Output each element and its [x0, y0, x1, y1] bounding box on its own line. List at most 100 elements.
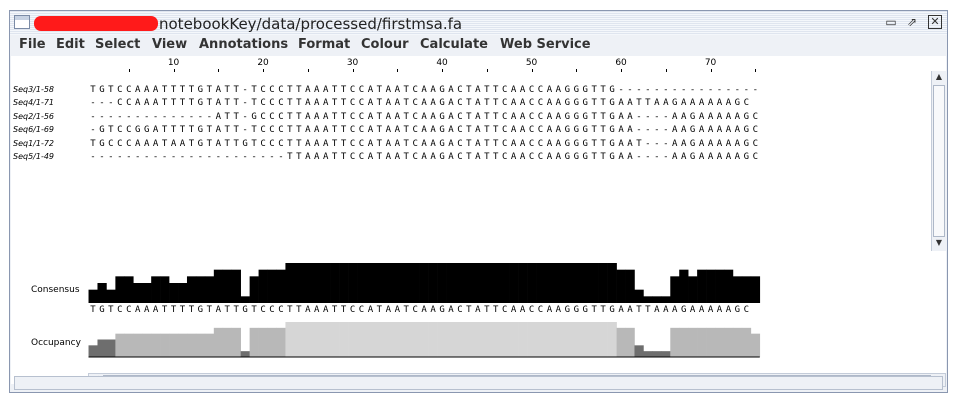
menu-select[interactable]: Select	[95, 37, 140, 52]
consensus-residue: A	[322, 305, 329, 315]
occupancy-bar	[204, 333, 215, 357]
consensus-bar	[723, 269, 734, 303]
vertical-scroll-thumb[interactable]	[933, 85, 945, 237]
occupancy-bar	[455, 322, 465, 357]
consensus-residue: G	[99, 305, 105, 315]
consensus-bar	[616, 269, 626, 303]
occupancy-bar	[491, 322, 501, 357]
consensus-bar	[204, 276, 215, 303]
occupancy-bar	[527, 322, 537, 357]
consensus-residue: T	[179, 305, 186, 315]
occupancy-bar	[178, 333, 188, 357]
occupancy-bar	[276, 327, 286, 357]
consensus-bar	[374, 263, 385, 303]
consensus-bar	[446, 263, 456, 303]
occupancy-bar	[285, 322, 295, 357]
occupancy-bar	[536, 322, 546, 357]
consensus-residue: T	[645, 305, 651, 315]
consensus-residue: T	[636, 305, 642, 315]
consensus-bar	[688, 276, 698, 303]
occupancy-bar	[160, 333, 170, 357]
occupancy-bar	[410, 322, 420, 357]
consensus-residue: T	[108, 305, 114, 315]
occupancy-bar	[518, 322, 528, 357]
menu-file[interactable]: File	[19, 37, 46, 52]
consensus-bar	[697, 269, 707, 303]
menu-view[interactable]: View	[152, 37, 187, 52]
consensus-residue: C	[457, 305, 463, 315]
consensus-bar	[195, 276, 206, 303]
scroll-down-icon[interactable]: ▼	[932, 238, 946, 247]
occupancy-bar	[267, 327, 277, 357]
consensus-bar	[213, 269, 224, 303]
occupancy-bar	[589, 322, 599, 357]
annotation-tracks	[88, 263, 761, 358]
consensus-residue: T	[224, 305, 230, 315]
occupancy-bar	[419, 322, 429, 357]
occupancy-bar	[195, 333, 206, 357]
occupancy-bar	[544, 322, 555, 357]
consensus-bar	[553, 263, 564, 303]
consensus-residue: A	[394, 305, 401, 315]
occupancy-bar	[330, 322, 340, 357]
title-bar[interactable]: notebookKey/data/processed/firstmsa.fa ▭…	[10, 11, 947, 35]
consensus-bar	[124, 276, 134, 303]
consensus-bar	[571, 263, 582, 303]
vertical-scrollbar[interactable]: ▲ ▼	[931, 71, 946, 251]
consensus-residue: A	[448, 305, 454, 315]
scroll-up-icon[interactable]: ▲	[932, 72, 946, 81]
occupancy-bar	[97, 339, 107, 357]
consensus-bar	[392, 263, 403, 303]
occupancy-bar	[562, 322, 573, 357]
occupancy-bar	[428, 322, 438, 357]
occupancy-bar	[473, 322, 483, 357]
consensus-residue: C	[358, 305, 365, 315]
consensus-residue: C	[260, 305, 266, 315]
occupancy-bar	[750, 333, 761, 357]
consensus-bar	[732, 276, 743, 303]
consensus-bar	[294, 263, 304, 303]
consensus-residue: C	[501, 305, 508, 315]
menu-annotations[interactable]: Annotations	[199, 37, 288, 52]
occupancy-bar	[303, 322, 313, 357]
menu-calculate[interactable]: Calculate	[420, 37, 488, 52]
consensus-bar	[455, 263, 465, 303]
menu-colour[interactable]: Colour	[361, 37, 409, 52]
menu-format[interactable]: Format	[298, 37, 350, 52]
consensus-bar	[365, 263, 376, 303]
consensus-residue: T	[233, 305, 239, 315]
consensus-residue: G	[439, 305, 445, 315]
consensus-residue: A	[663, 305, 669, 315]
consensus-residue: A	[707, 305, 714, 315]
consensus-bar	[258, 269, 268, 303]
consensus-bar	[222, 269, 233, 303]
menu-edit[interactable]: Edit	[56, 37, 85, 52]
occupancy-bar	[697, 327, 707, 357]
consensus-bar	[715, 269, 725, 303]
close-icon[interactable]: ✕	[928, 15, 942, 29]
menu-web-service[interactable]: Web Service	[500, 37, 591, 52]
consensus-residue: T	[591, 305, 597, 315]
occupancy-bar	[258, 327, 268, 357]
consensus-residue: C	[412, 305, 418, 315]
consensus-residue: T	[484, 305, 490, 315]
consensus-bar	[88, 289, 98, 303]
consensus-residue: A	[510, 305, 517, 315]
consensus-bar	[625, 269, 635, 303]
consensus-residue: C	[117, 305, 123, 315]
occupancy-bar	[616, 327, 626, 357]
consensus-bar	[464, 263, 474, 303]
consensus-residue: G	[680, 305, 687, 315]
consensus-bar	[562, 263, 573, 303]
consensus-residue: G	[573, 305, 580, 315]
occupancy-bar	[715, 327, 725, 357]
occupancy-bar	[133, 333, 143, 357]
minimize-icon[interactable]: ▭	[884, 15, 898, 29]
window-title: notebookKey/data/processed/firstmsa.fa	[159, 15, 463, 33]
occupancy-bar	[634, 345, 644, 357]
occupancy-bar	[482, 322, 492, 357]
consensus-bar	[643, 296, 653, 303]
consensus-bar	[276, 269, 286, 303]
maximize-icon[interactable]: ⇗	[905, 15, 919, 29]
occupancy-bar	[151, 333, 161, 357]
